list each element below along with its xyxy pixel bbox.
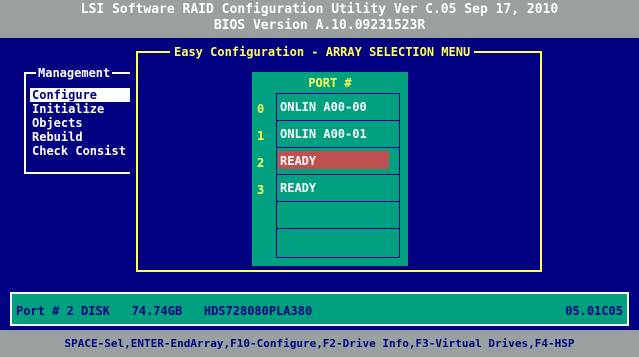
- title-bar: LSI Software RAID Configuration Utility …: [0, 0, 639, 38]
- port-number: 0: [257, 102, 265, 116]
- port-number: 3: [257, 183, 265, 197]
- management-menu: Management Configure Initialize Objects …: [24, 66, 134, 174]
- port-slot-label: READY: [280, 154, 317, 168]
- port-slot-label: ONLIN A00-00: [280, 100, 367, 114]
- menu-item-check-consist[interactable]: Check Consist: [32, 144, 126, 158]
- port-panel: PORT # 0 1 2 3 ONLIN A00-00 ONLIN A00-01…: [252, 72, 408, 266]
- drive-info: Port # 2 DISK 74.74GB HDS728080PLA380: [16, 304, 313, 318]
- dialog-title: Easy Configuration - ARRAY SELECTION MEN…: [170, 45, 475, 59]
- bios-version: BIOS Version A.10.09231523R: [213, 18, 426, 33]
- port-slot-5[interactable]: [277, 229, 399, 256]
- firmware-version: 05.01C05: [565, 304, 623, 318]
- port-slot-label: READY: [280, 181, 317, 195]
- port-number: 1: [257, 129, 265, 143]
- port-list: ONLIN A00-00 ONLIN A00-01 READY READY: [276, 93, 400, 258]
- port-slot-0[interactable]: ONLIN A00-00: [277, 94, 399, 121]
- port-slot-label: ONLIN A00-01: [280, 127, 367, 141]
- menu-item-objects[interactable]: Objects: [32, 116, 83, 130]
- port-slot-3[interactable]: READY: [277, 175, 399, 202]
- menu-item-rebuild[interactable]: Rebuild: [32, 130, 83, 144]
- management-menu-title: Management: [36, 66, 113, 80]
- app-title: LSI Software RAID Configuration Utility …: [80, 2, 559, 17]
- port-number: 2: [257, 156, 265, 170]
- menu-item-initialize[interactable]: Initialize: [32, 102, 104, 116]
- port-slot-1[interactable]: ONLIN A00-01: [277, 121, 399, 148]
- menu-item-configure[interactable]: Configure: [30, 88, 130, 102]
- port-slot-2[interactable]: READY: [277, 148, 399, 175]
- port-slot-4[interactable]: [277, 202, 399, 229]
- key-help-bar: SPACE-Sel,ENTER-EndArray,F10-Configure,F…: [0, 330, 639, 357]
- port-header: PORT #: [308, 76, 352, 90]
- drive-status-bar: Port # 2 DISK 74.74GB HDS728080PLA380 05…: [10, 292, 629, 326]
